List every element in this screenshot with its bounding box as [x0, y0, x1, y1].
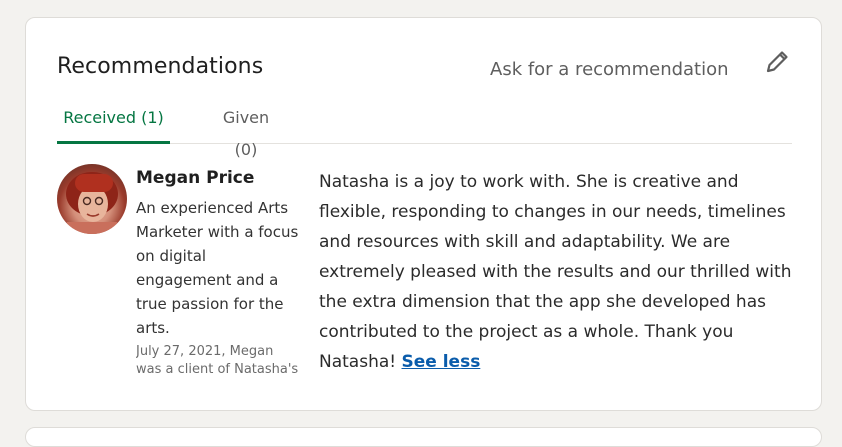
pencil-icon: [763, 48, 791, 80]
tab-received[interactable]: Received (1): [57, 102, 170, 144]
see-less-link[interactable]: See less: [402, 352, 481, 372]
recommendation-relationship: was a client of Natasha's: [136, 362, 299, 377]
recommendation-meta: July 27, 2021, Megan was a client of Nat…: [136, 343, 311, 379]
recommendation-text: Natasha is a joy to work with. She is cr…: [319, 167, 799, 377]
recommender-name[interactable]: Megan Price: [136, 168, 254, 188]
recommendation-date: July 27, 2021, Megan: [136, 344, 274, 359]
recommender-headline: An experienced Arts Marketer with a focu…: [136, 199, 299, 337]
next-section-card: [25, 427, 822, 447]
ask-for-recommendation-button[interactable]: Ask for a recommendation: [490, 59, 729, 80]
edit-button[interactable]: [762, 49, 792, 79]
recommendation-body: Natasha is a joy to work with. She is cr…: [319, 172, 792, 372]
tab-given[interactable]: Given (0): [209, 102, 283, 159]
section-title: Recommendations: [57, 54, 264, 79]
avatar[interactable]: [57, 164, 127, 234]
tab-bar: Received (1) Given (0): [57, 102, 792, 159]
recommendations-card: Recommendations Ask for a recommendation…: [25, 17, 822, 411]
